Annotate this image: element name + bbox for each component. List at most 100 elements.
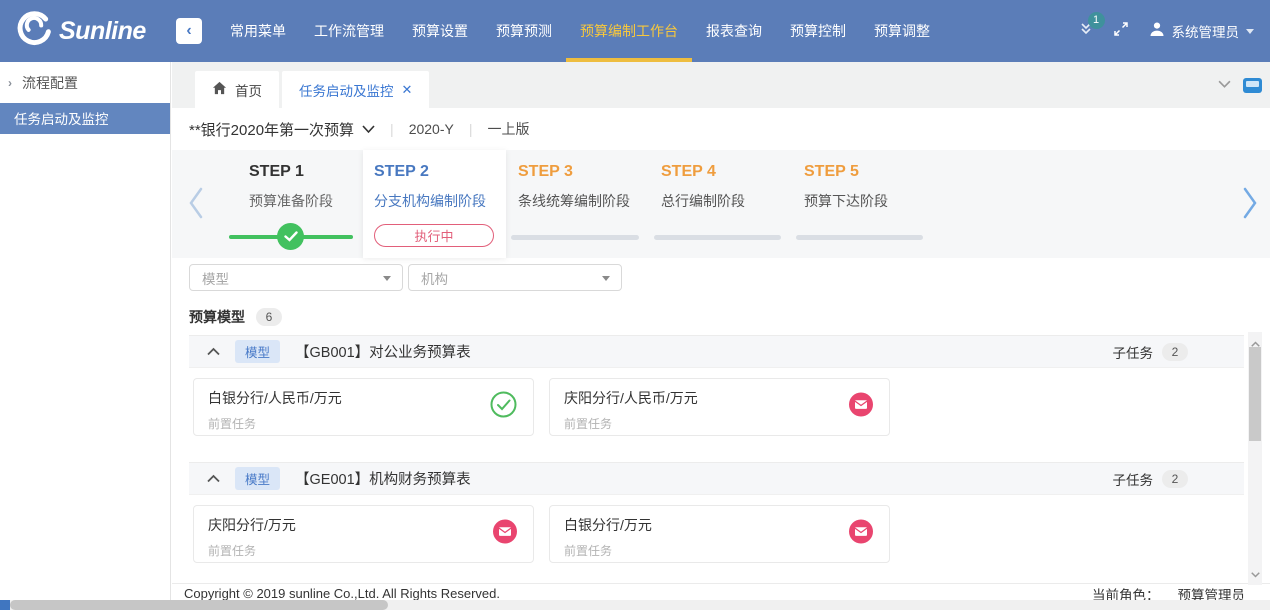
task-title: 白银分行/人民币/万元 xyxy=(208,388,519,408)
budget-selector[interactable]: **银行2020年第一次预算 xyxy=(189,119,375,140)
subtask-label: 子任务 xyxy=(1113,342,1154,362)
wizard-step-3[interactable]: STEP 3 条线统筹编制阶段 xyxy=(511,150,639,258)
scrollbar-corner xyxy=(0,600,10,610)
top-navbar: Sunline ‹ 常用菜单 工作流管理 预算设置 预算预测 预算编制工作台 报… xyxy=(0,0,1270,62)
wizard-step-2-current[interactable]: STEP 2 分支机构编制阶段 执行中 xyxy=(363,150,506,258)
select-placeholder: 模型 xyxy=(202,268,229,288)
wizard-next-icon[interactable] xyxy=(1242,187,1258,224)
panel-header[interactable]: 模型 【GB001】对公业务预算表 子任务 2 xyxy=(189,335,1244,368)
notifications-button[interactable]: 1 xyxy=(1079,22,1093,41)
user-menu[interactable]: 系统管理员 xyxy=(1149,21,1255,42)
model-tag: 模型 xyxy=(235,467,280,490)
step-label: 条线统筹编制阶段 xyxy=(511,191,639,211)
close-icon[interactable]: ✕ xyxy=(402,82,413,98)
step-number: STEP 5 xyxy=(796,163,923,181)
section-title: 预算模型 xyxy=(189,307,245,327)
menu-item-budget-adjust[interactable]: 预算调整 xyxy=(860,0,944,62)
select-placeholder: 机构 xyxy=(421,268,448,288)
success-check-icon xyxy=(490,391,517,423)
menu-item-budget-forecast[interactable]: 预算预测 xyxy=(482,0,566,62)
task-card[interactable]: 白银分行/人民币/万元 前置任务 xyxy=(193,378,534,436)
step-label: 总行编制阶段 xyxy=(654,191,781,211)
sunline-logo-icon xyxy=(16,11,52,52)
page-footer: Copyright © 2019 sunline Co.,Ltd. All Ri… xyxy=(172,583,1270,601)
task-subtitle: 前置任务 xyxy=(564,542,875,559)
sidebar-group-process-config[interactable]: › 流程配置 xyxy=(0,62,170,103)
sidebar-item-task-monitor[interactable]: 任务启动及监控 xyxy=(0,103,170,134)
mail-status-icon xyxy=(493,520,517,549)
chevron-right-icon: › xyxy=(8,76,12,90)
step-number: STEP 4 xyxy=(654,163,781,181)
separator: | xyxy=(390,121,394,137)
sidebar-group-label: 流程配置 xyxy=(22,73,78,93)
caret-down-icon xyxy=(602,276,610,281)
sidebar-item-label: 任务启动及监控 xyxy=(14,112,109,127)
chevron-up-icon[interactable] xyxy=(207,470,220,488)
model-select[interactable]: 模型 xyxy=(189,264,403,291)
brand-name: Sunline xyxy=(59,17,146,46)
panel-header[interactable]: 模型 【GE001】机构财务预算表 子任务 2 xyxy=(189,462,1244,495)
toggle-layout-icon[interactable] xyxy=(1243,78,1262,93)
model-count-badge: 6 xyxy=(256,308,282,326)
chevron-up-icon[interactable] xyxy=(207,343,220,361)
menu-item-budget-workbench[interactable]: 预算编制工作台 xyxy=(566,0,692,62)
tab-task-monitor[interactable]: 任务启动及监控 ✕ xyxy=(282,71,429,108)
vertical-scrollbar[interactable] xyxy=(1248,332,1262,585)
user-name: 系统管理员 xyxy=(1172,21,1240,41)
menu-item-budget-control[interactable]: 预算控制 xyxy=(776,0,860,62)
fullscreen-button[interactable] xyxy=(1113,21,1129,42)
wizard-step-1[interactable]: STEP 1 预算准备阶段 xyxy=(229,150,353,258)
task-title: 庆阳分行/万元 xyxy=(208,515,519,535)
step-progress-pending xyxy=(511,235,639,240)
task-card[interactable]: 白银分行/万元 前置任务 xyxy=(549,505,890,563)
tab-bar-tools xyxy=(1218,76,1270,94)
context-bar: **银行2020年第一次预算 | 2020-Y | 一上版 xyxy=(172,108,1270,150)
org-select[interactable]: 机构 xyxy=(408,264,622,291)
menu-collapse-button[interactable]: ‹ xyxy=(176,18,202,44)
menu-item-budget-setup[interactable]: 预算设置 xyxy=(398,0,482,62)
user-icon xyxy=(1149,21,1165,42)
tab-label: 首页 xyxy=(235,80,262,100)
panel-title: 【GB001】对公业务预算表 xyxy=(295,341,471,362)
step-progress-pending xyxy=(654,235,781,240)
tab-home[interactable]: 首页 xyxy=(195,71,279,108)
model-panel-ge001: 模型 【GE001】机构财务预算表 子任务 2 庆阳分行/万元 前置任务 白银分… xyxy=(189,462,1244,563)
mail-status-icon xyxy=(849,393,873,422)
step-number: STEP 2 xyxy=(363,163,506,181)
horizontal-scrollbar[interactable] xyxy=(0,600,1270,610)
step-label: 预算准备阶段 xyxy=(229,191,353,211)
main-area: 首页 任务启动及监控 ✕ **银行2020年第一次预算 | 2020-Y | 一… xyxy=(172,62,1270,610)
separator: | xyxy=(469,121,473,137)
step-label: 分支机构编制阶段 xyxy=(363,191,506,211)
tab-bar: 首页 任务启动及监控 ✕ xyxy=(172,62,1270,108)
budget-period: 2020-Y xyxy=(409,121,454,137)
scroll-down-icon[interactable] xyxy=(1250,565,1260,583)
model-panel-gb001: 模型 【GB001】对公业务预算表 子任务 2 白银分行/人民币/万元 前置任务… xyxy=(189,335,1244,436)
menu-item-common[interactable]: 常用菜单 xyxy=(216,0,300,62)
subtask-counter: 子任务 2 xyxy=(1113,469,1189,489)
task-card-list: 庆阳分行/万元 前置任务 白银分行/万元 前置任务 xyxy=(189,505,1244,563)
scrollbar-thumb[interactable] xyxy=(10,600,388,610)
check-circle-icon xyxy=(277,223,304,250)
task-card[interactable]: 庆阳分行/万元 前置任务 xyxy=(193,505,534,563)
model-tag: 模型 xyxy=(235,340,280,363)
task-title: 庆阳分行/人民币/万元 xyxy=(564,388,875,408)
chevron-down-icon xyxy=(1246,29,1254,34)
subtask-count-badge: 2 xyxy=(1162,470,1188,488)
status-badge-running: 执行中 xyxy=(374,224,494,247)
task-subtitle: 前置任务 xyxy=(208,415,519,432)
copyright-text: Copyright © 2019 sunline Co.,Ltd. All Ri… xyxy=(184,586,500,601)
task-subtitle: 前置任务 xyxy=(208,542,519,559)
wizard-prev-icon[interactable] xyxy=(188,187,204,224)
task-subtitle: 前置任务 xyxy=(564,415,875,432)
scrollbar-thumb[interactable] xyxy=(1249,347,1261,441)
step-label: 预算下达阶段 xyxy=(796,191,923,211)
menu-item-report-query[interactable]: 报表查询 xyxy=(692,0,776,62)
main-menu: 常用菜单 工作流管理 预算设置 预算预测 预算编制工作台 报表查询 预算控制 预… xyxy=(216,0,944,62)
task-card[interactable]: 庆阳分行/人民币/万元 前置任务 xyxy=(549,378,890,436)
budget-models-section-head: 预算模型 6 xyxy=(189,307,282,327)
menu-item-workflow[interactable]: 工作流管理 xyxy=(300,0,398,62)
wizard-step-4[interactable]: STEP 4 总行编制阶段 xyxy=(654,150,781,258)
wizard-step-5[interactable]: STEP 5 预算下达阶段 xyxy=(796,150,923,258)
tabs-dropdown-icon[interactable] xyxy=(1218,76,1231,94)
